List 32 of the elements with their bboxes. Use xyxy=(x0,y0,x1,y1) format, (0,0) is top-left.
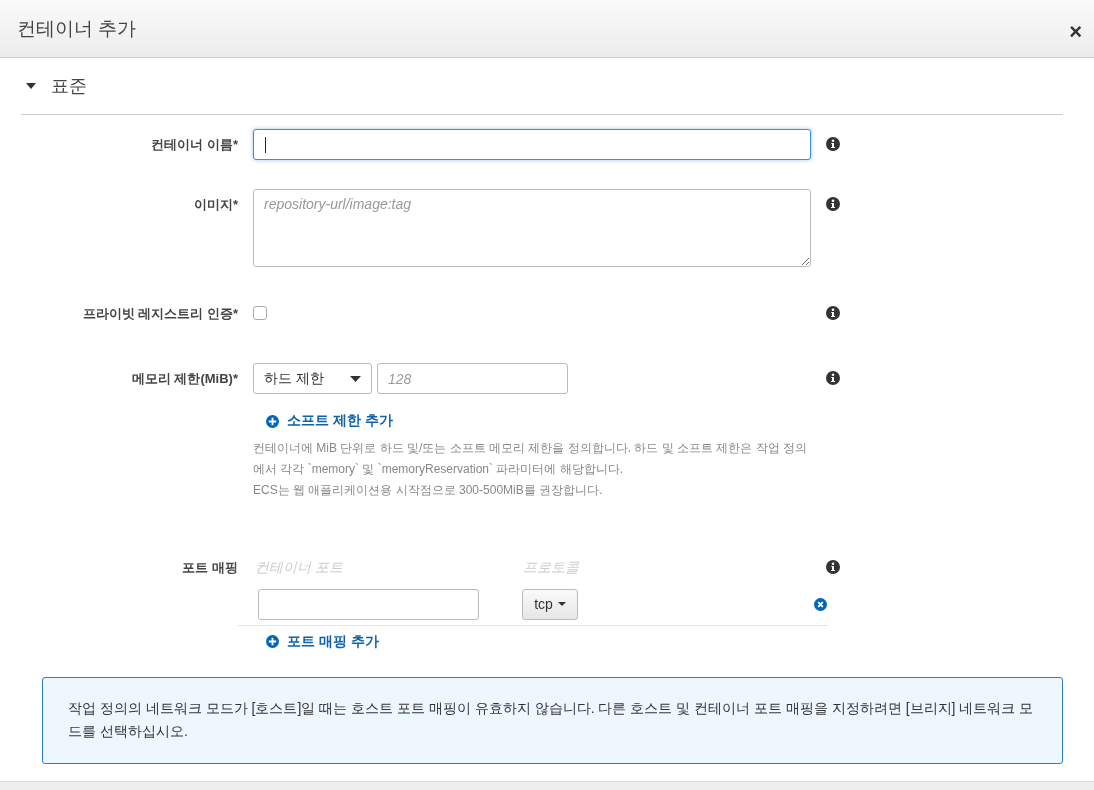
field-label: 프라이빗 레지스트리 인증* xyxy=(81,305,238,323)
image-textarea[interactable]: repository-url/image:tag xyxy=(253,189,811,267)
help-text: 컨테이너에 MiB 단위로 하드 및/또는 소프트 메모리 제한을 정의합니다. 하드 및 소프트 제한은 작업 정의에서 각각 `memory` 및 `memoryReservation` 파라미터에 해당합니다. xyxy=(253,439,808,478)
field-label: 메모리 제한(MiB)* xyxy=(130,370,238,388)
protocol-dropdown[interactable]: tcp xyxy=(522,588,578,620)
field-label: 컨테이너 이름* xyxy=(150,136,238,154)
alert-text: 작업 정의의 네트워크 모드가 [호스트]일 때는 호스트 포트 매핑이 유효하지 않습니다. 다른 호스트 및 컨테이너 포트 매핑을 지정하려면 [브리지] 네트워크 모드를 선택하십시오. xyxy=(68,700,1034,739)
add-port-mapping-link[interactable]: 포트 매핑 추가 xyxy=(266,632,379,651)
info-icon[interactable] xyxy=(826,559,840,574)
close-button[interactable]: × xyxy=(1065,18,1086,45)
caret-icon[interactable] xyxy=(26,83,36,89)
field-label: 이미지* xyxy=(192,196,238,214)
checkbox[interactable] xyxy=(253,306,267,320)
dialog-title: 컨테이너 추가 xyxy=(17,16,137,41)
info-icon[interactable] xyxy=(826,197,840,211)
caret-icon xyxy=(557,602,566,606)
plus-icon xyxy=(266,635,279,648)
info-icon[interactable] xyxy=(826,137,840,151)
field-label: 포트 매핑 xyxy=(181,558,238,577)
plus-icon xyxy=(266,414,279,428)
container-port-input[interactable] xyxy=(258,588,479,620)
remove-icon[interactable] xyxy=(814,597,827,611)
section-title: 표준 xyxy=(51,75,87,98)
memory-input[interactable]: 128 xyxy=(377,363,568,394)
horizontal-scrollbar[interactable] xyxy=(0,781,1094,790)
limit-dropdown[interactable]: 하드 제한 xyxy=(253,363,372,394)
name-input[interactable] xyxy=(253,129,811,160)
info-icon[interactable] xyxy=(826,371,840,385)
info-icon[interactable] xyxy=(826,306,840,320)
help-text: ECS는 웹 애플리케이션용 시작점으로 300-500MiB를 권장합니다. xyxy=(253,481,604,499)
caret-icon xyxy=(350,375,361,382)
add-soft-limit-link[interactable]: 소프트 제한 추가 xyxy=(266,412,393,430)
